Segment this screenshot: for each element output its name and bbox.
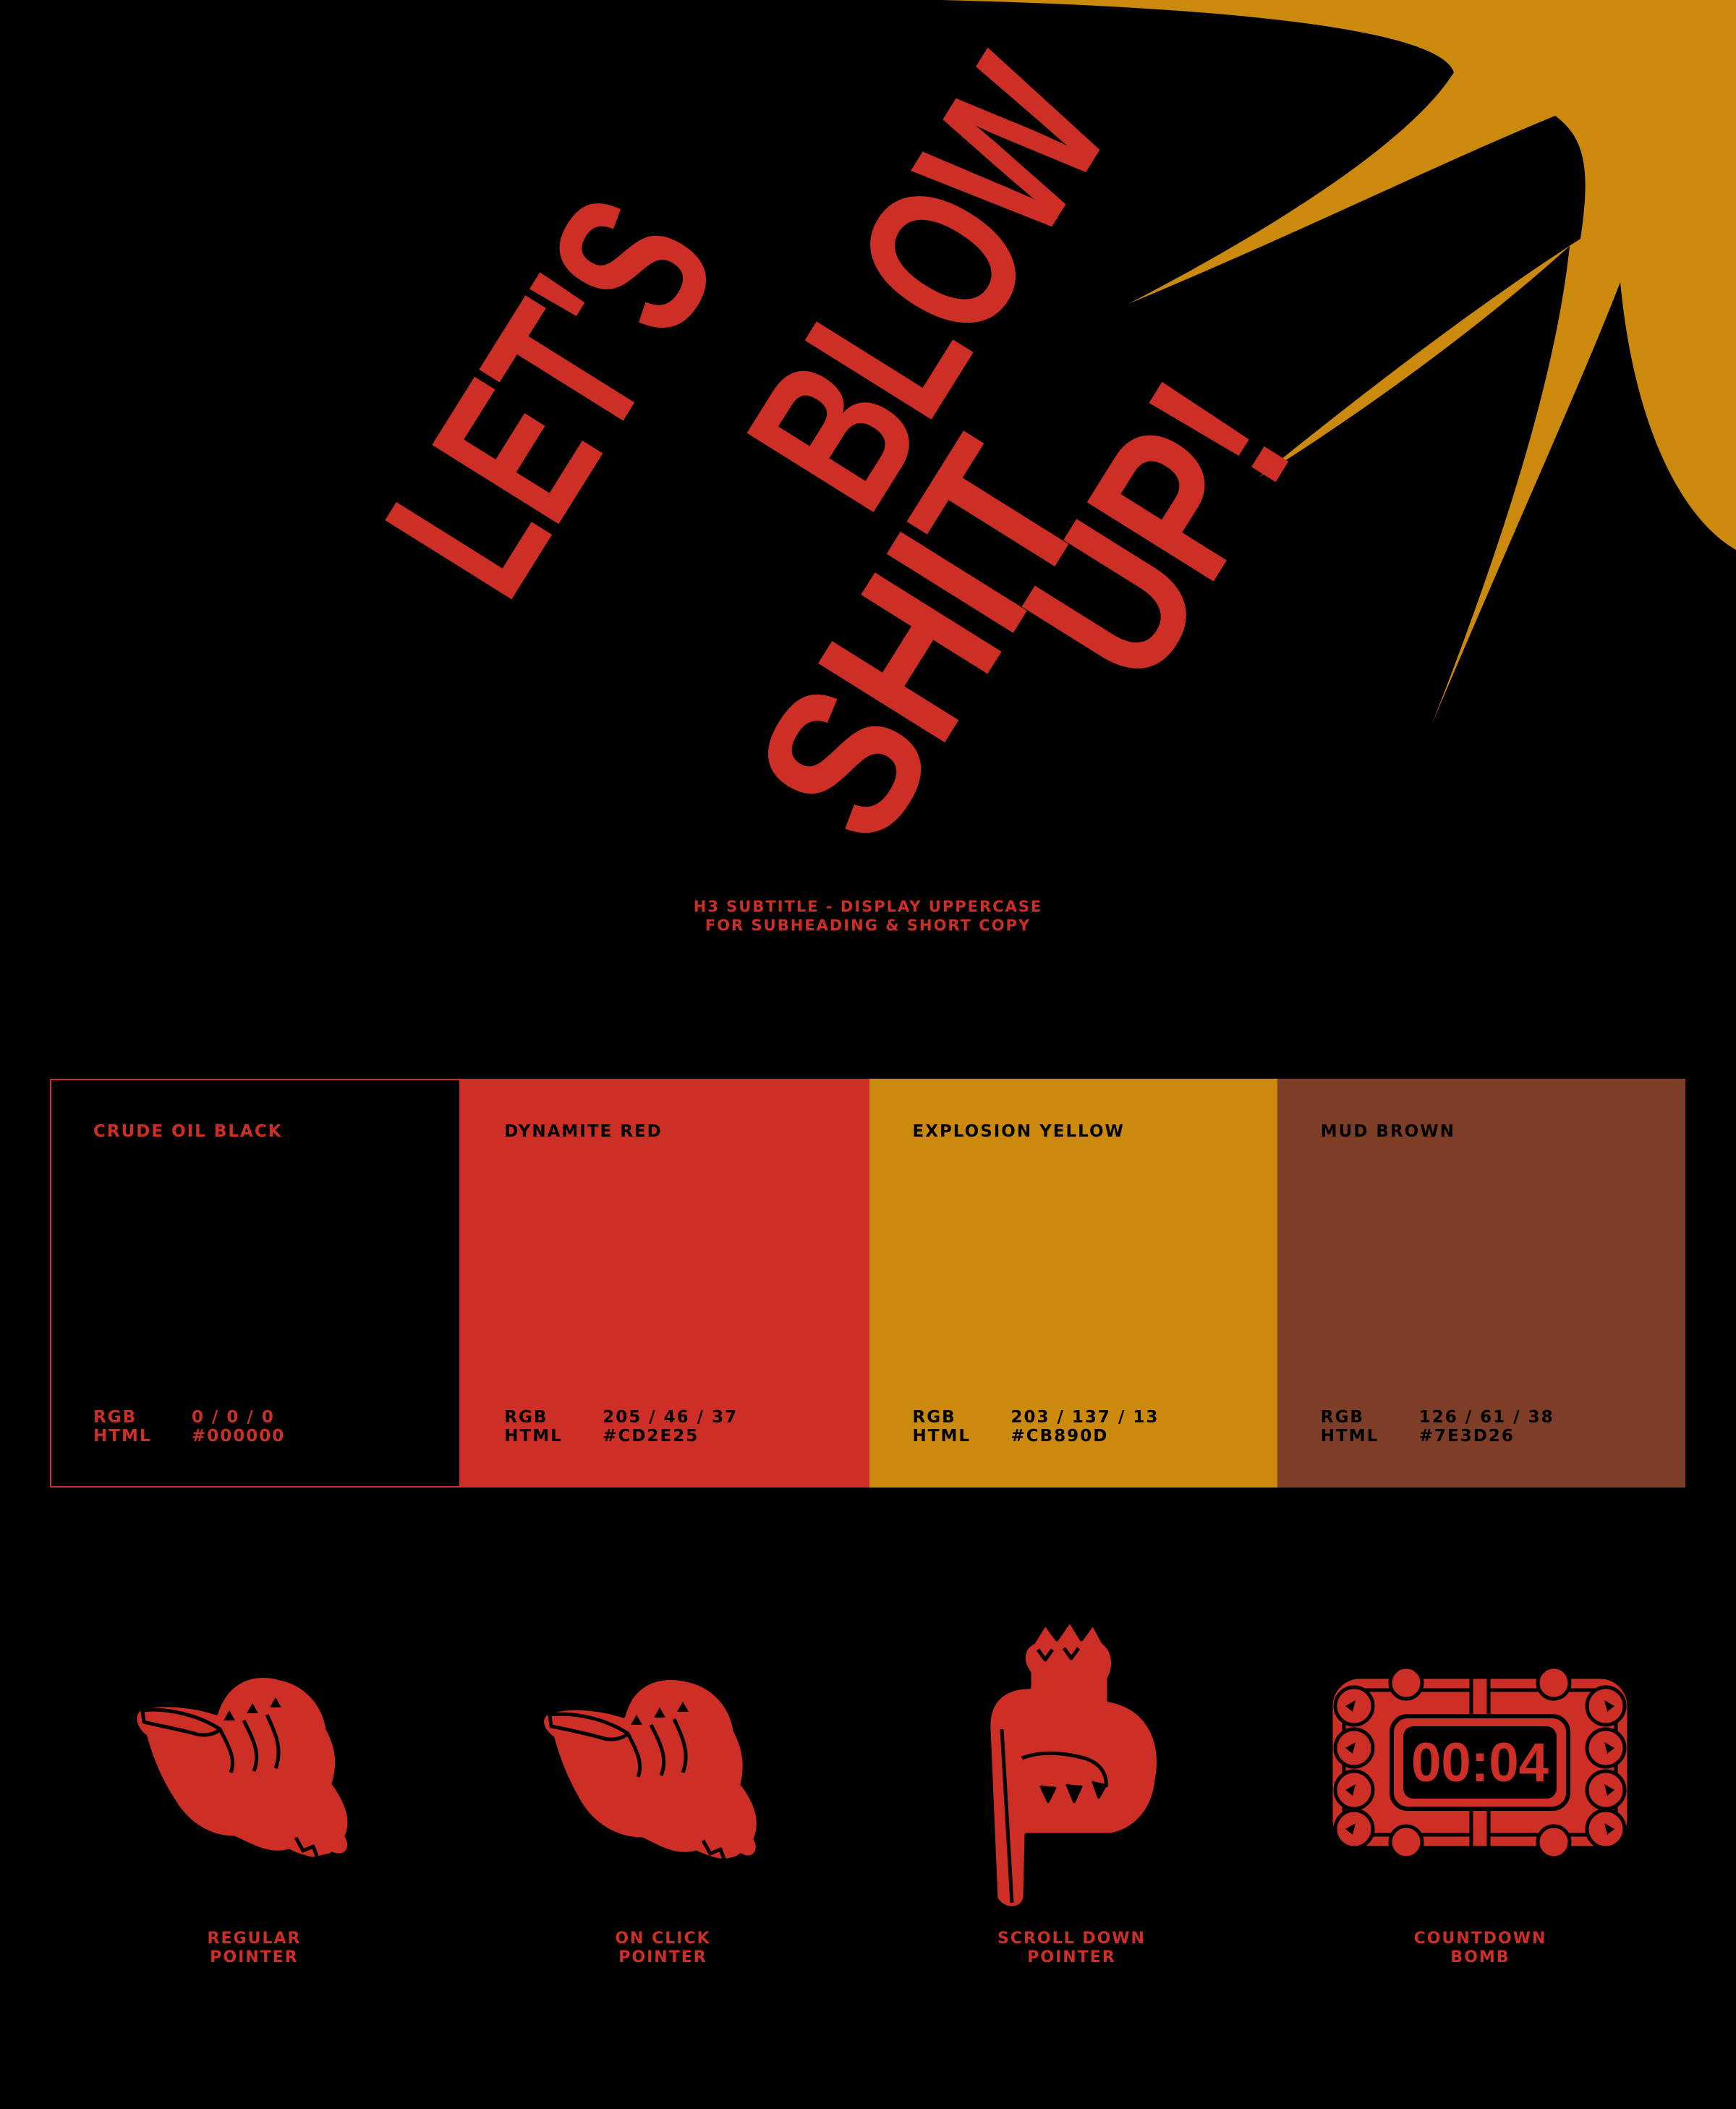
cursor-label-line-2: BOMB [1450, 1948, 1510, 1966]
html-value: #CB890D [1010, 1427, 1109, 1446]
rgb-value: 205 / 46 / 37 [603, 1408, 739, 1427]
swatch-values: RGB 126 / 61 / 38 HTML #7E3D26 [1321, 1408, 1554, 1446]
subtitle: H3 SUBTITLE - DISPLAY UPPERCASE FOR SUBH… [0, 897, 1736, 935]
rgb-value: 126 / 61 / 38 [1418, 1408, 1554, 1427]
regular-pointer-hand-icon [133, 1674, 352, 1861]
html-label: HTML [1320, 1427, 1379, 1446]
cursor-countdown-bomb: 00:04 COUNTDOWN BOMB [1276, 1621, 1685, 1982]
html-label: HTML [93, 1427, 152, 1446]
swatch-name: EXPLOSION YELLOW [912, 1122, 1125, 1141]
cursor-regular-pointer: REGULAR POINTER [50, 1621, 459, 1982]
hero: LET'S BLOW SHIT UP! [0, 0, 1736, 904]
swatch-crude-oil-black: CRUDE OIL BLACK RGB 0 / 0 / 0 HTML #000000 [50, 1079, 461, 1488]
color-palette: CRUDE OIL BLACK RGB 0 / 0 / 0 HTML #000000… [50, 1079, 1685, 1488]
html-value: #000000 [192, 1427, 286, 1446]
cursor-label-line-1: ON CLICK [615, 1930, 711, 1948]
swatch-values: RGB 203 / 137 / 13 HTML #CB890D [913, 1408, 1160, 1446]
html-value: #CD2E25 [603, 1427, 699, 1446]
cursor-label-line-1: COUNTDOWN [1413, 1930, 1547, 1948]
bomb-timer-readout: 00:04 [1411, 1732, 1549, 1794]
html-label: HTML [504, 1427, 563, 1446]
swatch-dynamite-red: DYNAMITE RED RGB 205 / 46 / 37 HTML #CD2E2… [461, 1079, 869, 1488]
cursor-label: COUNTDOWN BOMB [1276, 1930, 1685, 1967]
swatch-name: CRUDE OIL BLACK [93, 1122, 283, 1141]
headline-line-1: LET'S [339, 160, 760, 632]
countdown-bomb-icon: 00:04 [1329, 1665, 1631, 1860]
cursor-label-line-2: POINTER [210, 1948, 299, 1966]
swatch-name: MUD BROWN [1320, 1122, 1455, 1141]
cursor-label-line-1: SCROLL DOWN [997, 1930, 1146, 1948]
cursor-label-line-1: REGULAR [207, 1930, 302, 1948]
on-click-pointer-hand-icon [540, 1676, 760, 1863]
cursor-set: REGULAR POINTER ON CLICK POINTER SCROLL … [0, 1621, 1736, 1982]
subtitle-line-1: H3 SUBTITLE - DISPLAY UPPERCASE [693, 898, 1043, 915]
hero-artwork: LET'S BLOW SHIT UP! [339, 0, 1736, 904]
cursor-label: REGULAR POINTER [50, 1930, 459, 1967]
rgb-value: 203 / 137 / 13 [1010, 1408, 1160, 1427]
swatch-mud-brown: MUD BROWN RGB 126 / 61 / 38 HTML #7E3D26 [1277, 1079, 1685, 1488]
cursor-scroll-down-pointer: SCROLL DOWN POINTER [867, 1621, 1276, 1982]
html-value: #7E3D26 [1418, 1427, 1515, 1446]
cursor-label: SCROLL DOWN POINTER [867, 1930, 1276, 1967]
swatch-name: DYNAMITE RED [504, 1122, 663, 1141]
cursor-label-line-2: POINTER [1027, 1948, 1116, 1966]
swatch-values: RGB 205 / 46 / 37 HTML #CD2E25 [504, 1408, 738, 1446]
cursor-on-click-pointer: ON CLICK POINTER [459, 1621, 867, 1982]
swatch-explosion-yellow: EXPLOSION YELLOW RGB 203 / 137 / 13 HTML #… [869, 1079, 1277, 1488]
rgb-label: RGB [504, 1408, 548, 1427]
scroll-down-pointer-hand-icon [987, 1621, 1160, 1910]
rgb-value: 0 / 0 / 0 [192, 1408, 275, 1427]
subtitle-line-2: FOR SUBHEADING & SHORT COPY [705, 917, 1031, 934]
html-label: HTML [912, 1427, 971, 1446]
rgb-label: RGB [93, 1408, 137, 1427]
rgb-label: RGB [912, 1408, 956, 1427]
rgb-label: RGB [1320, 1408, 1364, 1427]
cursor-label: ON CLICK POINTER [459, 1930, 867, 1967]
swatch-values: RGB 0 / 0 / 0 HTML #000000 [93, 1408, 285, 1446]
cursor-label-line-2: POINTER [618, 1948, 707, 1966]
